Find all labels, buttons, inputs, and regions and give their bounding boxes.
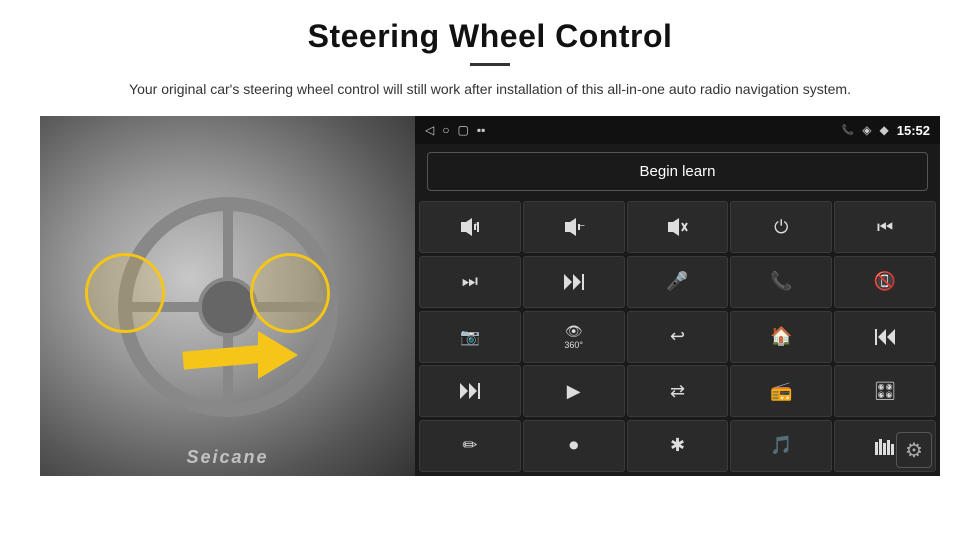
- back-button[interactable]: ↩: [627, 311, 729, 363]
- music-button[interactable]: 🎵: [730, 420, 832, 472]
- hangup-button[interactable]: 📵: [834, 256, 936, 308]
- content-area: Seicane ◁ ○ ▢ ▪▪ 📞 ◈ ◆ 15:52: [40, 116, 940, 476]
- ff-button[interactable]: [523, 256, 625, 308]
- equalizer-button[interactable]: 🎛: [834, 365, 936, 417]
- location-status-icon: ◆: [880, 123, 889, 137]
- clock: 15:52: [897, 123, 930, 138]
- record-button[interactable]: ⏺: [523, 420, 625, 472]
- begin-learn-button[interactable]: Begin learn: [427, 152, 928, 191]
- skip-back-button[interactable]: [834, 311, 936, 363]
- svg-text:−: −: [579, 221, 585, 232]
- android-ui-panel: ◁ ○ ▢ ▪▪ 📞 ◈ ◆ 15:52 Begin learn: [415, 116, 940, 476]
- arrow-indicator: [183, 326, 303, 386]
- settings-button[interactable]: ⚙: [896, 432, 932, 468]
- back-nav-icon[interactable]: ◁: [425, 123, 434, 137]
- button-group-left: [85, 253, 165, 333]
- status-bar: ◁ ○ ▢ ▪▪ 📞 ◈ ◆ 15:52: [415, 116, 940, 144]
- vol-down-button[interactable]: −: [523, 201, 625, 253]
- page-subtitle: Your original car's steering wheel contr…: [129, 78, 851, 100]
- svg-text:+: +: [474, 220, 479, 229]
- mic-button[interactable]: 🎤: [627, 256, 729, 308]
- next-button[interactable]: ⏭: [419, 256, 521, 308]
- wifi-status-icon: ◈: [862, 123, 871, 137]
- signal-icon: ▪▪: [477, 123, 486, 137]
- home-button[interactable]: 🏠: [730, 311, 832, 363]
- page-title: Steering Wheel Control: [308, 18, 673, 55]
- prev-button[interactable]: ⏮: [834, 201, 936, 253]
- status-bar-right: 📞 ◈ ◆ 15:52: [842, 123, 930, 138]
- nav-button[interactable]: ▶: [523, 365, 625, 417]
- recents-nav-icon[interactable]: ▢: [457, 123, 468, 137]
- page-container: Steering Wheel Control Your original car…: [0, 0, 980, 546]
- radio-button[interactable]: 📻: [730, 365, 832, 417]
- title-divider: [470, 63, 510, 66]
- begin-learn-area: Begin learn: [415, 144, 940, 199]
- power-button[interactable]: ⏻: [730, 201, 832, 253]
- steering-wheel-image: Seicane: [40, 116, 415, 476]
- camera-button[interactable]: 📷: [419, 311, 521, 363]
- mute-button[interactable]: [627, 201, 729, 253]
- pen-button[interactable]: ✏: [419, 420, 521, 472]
- settings-area: ⚙: [896, 432, 932, 468]
- 360-view-button[interactable]: 👁 360°: [523, 311, 625, 363]
- phone-status-icon: 📞: [842, 125, 854, 136]
- home-nav-icon[interactable]: ○: [442, 123, 449, 137]
- swap-button[interactable]: ⇄: [627, 365, 729, 417]
- button-group-right: [250, 253, 330, 333]
- vol-up-button[interactable]: +: [419, 201, 521, 253]
- phone-button[interactable]: 📞: [730, 256, 832, 308]
- control-grid: + − ⏻ ⏮ ⏭ 🎤 📞 📵 📷: [415, 199, 940, 476]
- skip-fwd-button[interactable]: [419, 365, 521, 417]
- status-bar-left: ◁ ○ ▢ ▪▪: [425, 123, 485, 137]
- seicane-watermark: Seicane: [186, 447, 268, 468]
- bluetooth-button[interactable]: ✱: [627, 420, 729, 472]
